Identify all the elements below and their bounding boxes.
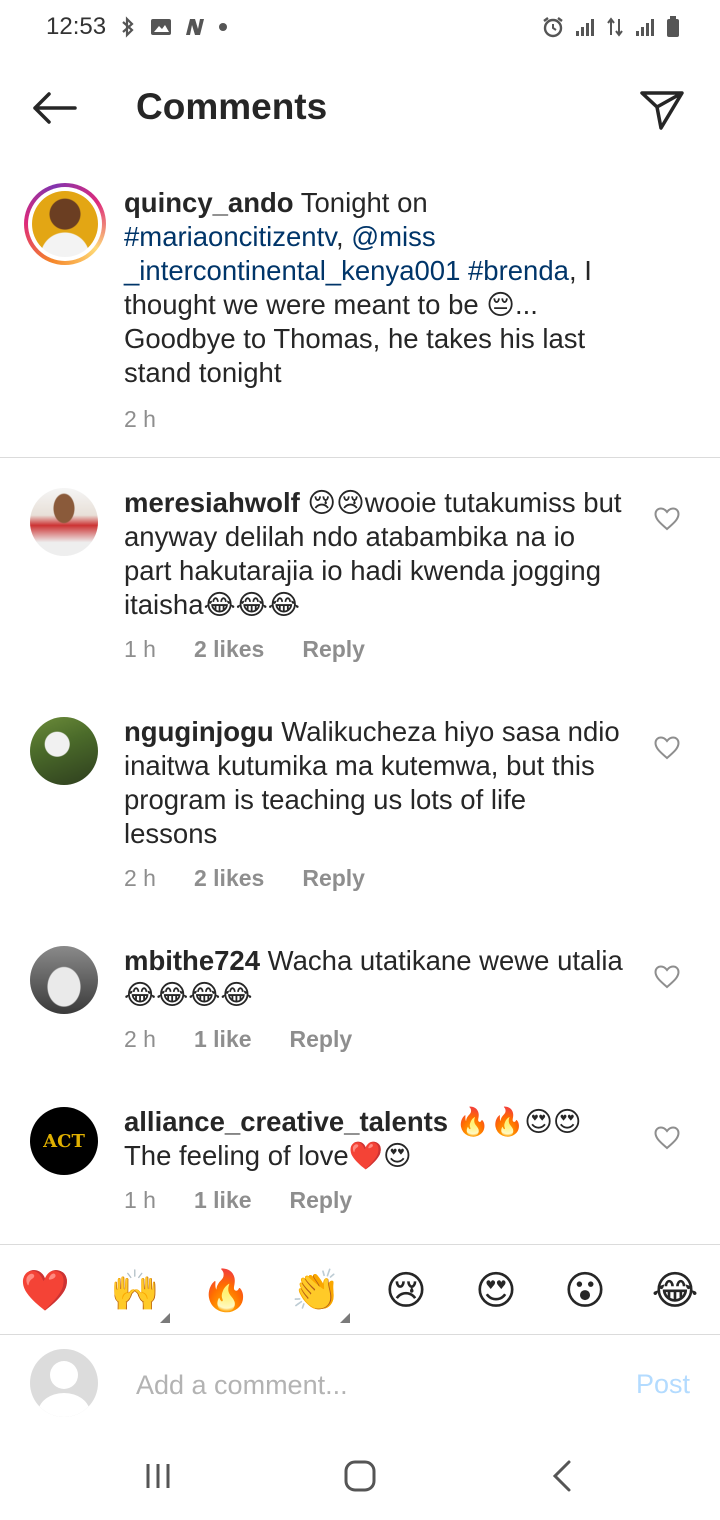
post-button[interactable]: Post	[636, 1369, 690, 1400]
status-bar: 12:53	[0, 0, 720, 56]
comment-meta: 1 h 1 like Reply	[124, 1187, 352, 1214]
emoji-quick-bar: ❤️ 🙌 🔥 👏 😢 😍 😮 😂	[0, 1244, 720, 1334]
emoji-button-laugh[interactable]: 😂	[647, 1263, 703, 1319]
like-button[interactable]	[652, 963, 682, 991]
header: Comments	[0, 62, 720, 158]
avatar-logo: ACT	[43, 1130, 85, 1152]
avatar[interactable]	[30, 488, 98, 556]
caption-text: quincy_ando Tonight on #mariaoncitizentv…	[124, 187, 592, 388]
comment-meta: 1 h 2 likes Reply	[124, 636, 365, 663]
like-button[interactable]	[652, 734, 682, 762]
skin-tone-indicator-icon	[340, 1313, 350, 1323]
avatar	[30, 1349, 98, 1417]
battery-icon	[666, 16, 680, 43]
bluetooth-icon	[118, 16, 138, 43]
signal-icon	[574, 17, 596, 42]
heart-icon	[654, 507, 680, 531]
dot-icon	[218, 17, 228, 42]
hashtag-link[interactable]: #mariaoncitizentv	[124, 221, 336, 252]
emoji-button-clap[interactable]: 👏	[288, 1263, 344, 1319]
divider	[0, 457, 720, 458]
comment-username[interactable]: nguginjogu	[124, 716, 274, 747]
comment-item: meresiahwolf 😢😢wooie tutakumiss but anyw…	[0, 487, 720, 678]
avatar[interactable]	[30, 717, 98, 785]
skin-tone-indicator-icon	[160, 1313, 170, 1323]
avatar[interactable]	[30, 946, 98, 1014]
story-avatar[interactable]	[24, 183, 106, 265]
comment-timestamp: 2 h	[124, 1026, 156, 1052]
reply-button[interactable]: Reply	[302, 865, 365, 892]
back-button[interactable]	[26, 84, 82, 132]
comment-text: nguginjogu Walikucheza hiyo sasa ndio in…	[124, 716, 620, 849]
signal-icon	[634, 17, 656, 42]
comment-item: mbithe724 Wacha utatikane wewe utalia 😂😂…	[0, 945, 720, 1066]
status-time: 12:53	[46, 13, 107, 40]
post-caption: quincy_ando Tonight on #mariaoncitizentv…	[0, 178, 720, 458]
emoji-button-fire[interactable]: 🔥	[198, 1263, 254, 1319]
caption-username[interactable]: quincy_ando	[124, 187, 294, 218]
avatar	[32, 191, 98, 257]
chevron-left-icon	[552, 1460, 571, 1492]
system-nav-bar	[0, 1438, 720, 1520]
reply-button[interactable]: Reply	[290, 1187, 353, 1214]
comment-input[interactable]	[136, 1363, 606, 1407]
comment-item: ACT alliance_creative_talents 🔥🔥😍😍The fe…	[0, 1106, 720, 1227]
arrow-left-icon	[33, 92, 77, 124]
hashtag-link[interactable]: #brenda	[468, 255, 569, 286]
comment-username[interactable]: mbithe724	[124, 945, 260, 976]
page-title: Comments	[136, 86, 328, 127]
send-button[interactable]	[634, 82, 690, 138]
emoji-button-raised-hands[interactable]: 🙌	[107, 1263, 163, 1319]
reply-button[interactable]: Reply	[302, 636, 365, 663]
reply-button[interactable]: Reply	[290, 1026, 353, 1053]
comment-item: nguginjogu Walikucheza hiyo sasa ndio in…	[0, 716, 720, 907]
status-right-icons	[542, 16, 680, 43]
avatar[interactable]: ACT	[30, 1107, 98, 1175]
paper-plane-icon	[640, 91, 684, 130]
comment-composer: Post	[0, 1334, 720, 1438]
n-app-icon	[184, 17, 206, 42]
comment-text: mbithe724 Wacha utatikane wewe utalia 😂😂…	[124, 945, 623, 1010]
comment-text: meresiahwolf 😢😢wooie tutakumiss but anyw…	[124, 487, 622, 620]
home-icon	[344, 1460, 376, 1492]
comment-text: alliance_creative_talents 🔥🔥😍😍The feelin…	[124, 1106, 582, 1171]
comment-username[interactable]: alliance_creative_talents	[124, 1106, 448, 1137]
nav-back-button[interactable]	[532, 1456, 592, 1496]
comment-timestamp: 1 h	[124, 636, 156, 662]
heart-icon	[654, 1126, 680, 1150]
comment-username[interactable]: meresiahwolf	[124, 487, 300, 518]
caption-timestamp: 2 h	[124, 406, 156, 432]
image-icon	[150, 17, 172, 42]
likes-count[interactable]: 1 like	[194, 1187, 252, 1214]
comment-meta: 2 h 2 likes Reply	[124, 865, 365, 892]
likes-count[interactable]: 2 likes	[194, 865, 264, 892]
emoji-button-surprised[interactable]: 😮	[557, 1263, 613, 1319]
status-left-icons	[118, 16, 228, 43]
home-button[interactable]	[330, 1456, 390, 1496]
heart-icon	[654, 736, 680, 760]
comment-timestamp: 2 h	[124, 865, 156, 891]
recent-apps-icon	[146, 1464, 170, 1488]
like-button[interactable]	[652, 505, 682, 533]
emoji-button-heart[interactable]: ❤️	[17, 1263, 73, 1319]
emoji-button-heart-eyes[interactable]: 😍	[468, 1263, 524, 1319]
comment-timestamp: 1 h	[124, 1187, 156, 1213]
emoji-button-cry[interactable]: 😢	[378, 1263, 434, 1319]
data-arrows-icon	[606, 17, 624, 42]
likes-count[interactable]: 1 like	[194, 1026, 252, 1053]
comment-meta: 2 h 1 like Reply	[124, 1026, 352, 1053]
recent-apps-button[interactable]	[128, 1456, 188, 1496]
alarm-icon	[542, 16, 564, 43]
likes-count[interactable]: 2 likes	[194, 636, 264, 663]
like-button[interactable]	[652, 1124, 682, 1152]
heart-icon	[654, 965, 680, 989]
